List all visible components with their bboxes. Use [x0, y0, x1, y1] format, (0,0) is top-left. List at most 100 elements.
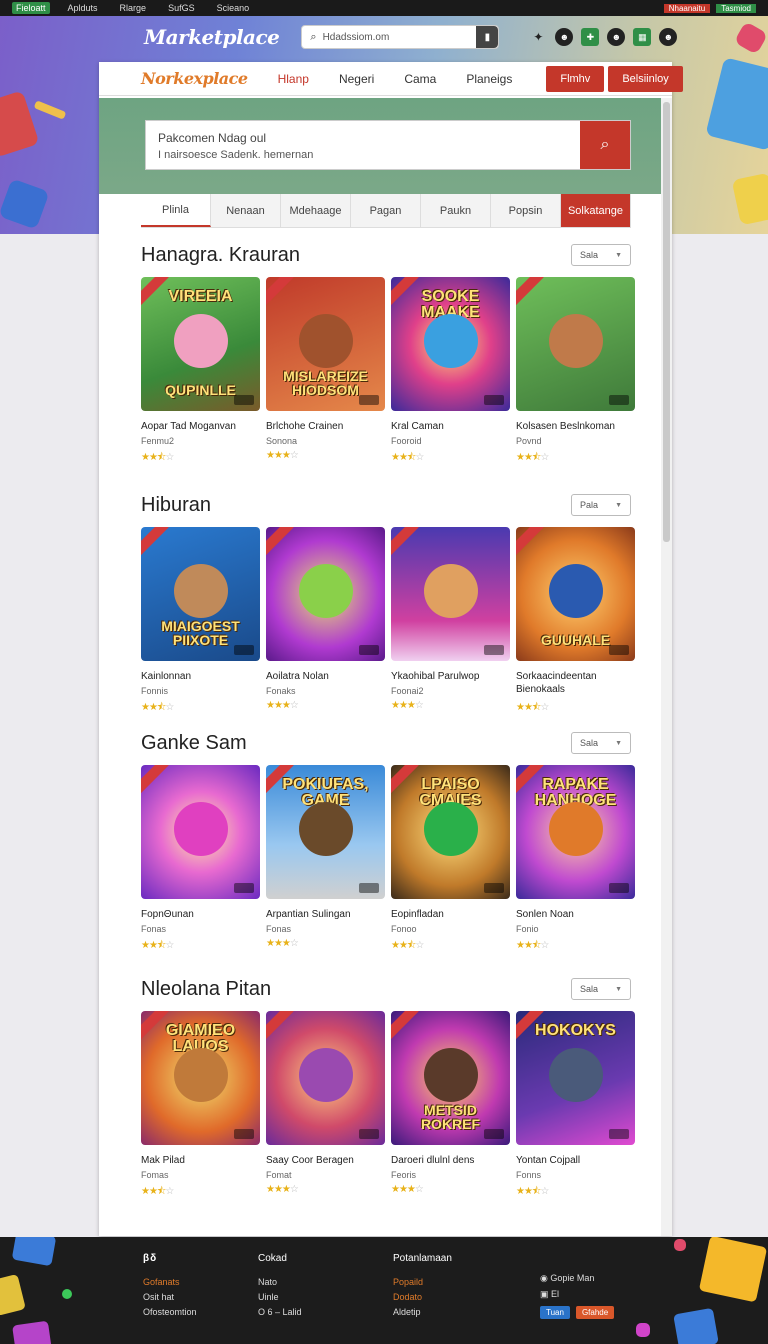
game-card[interactable]: RAPAKE HANHOGE Sonlen Noan Fonio ★★⯪☆ — [516, 765, 635, 955]
top-strip-item[interactable]: Aplduts — [64, 2, 102, 14]
game-thumbnail[interactable]: VIREEIA QUPINLLE — [141, 277, 260, 411]
nav-button-secondary[interactable]: Belsiinloy — [608, 65, 683, 92]
sort-dropdown[interactable]: Pala ▼ — [571, 494, 631, 516]
nav-link[interactable]: Planeigs — [466, 72, 512, 86]
game-thumbnail[interactable]: MIAIGOEST PIIXOTE — [141, 527, 260, 661]
footer-link[interactable]: Osit hat — [143, 1292, 197, 1302]
game-thumbnail[interactable] — [516, 277, 635, 411]
sort-dropdown[interactable]: Sala ▼ — [571, 978, 631, 1000]
game-thumbnail[interactable]: HOKOKYS — [516, 1011, 635, 1145]
game-thumbnail[interactable]: METSID ROKREF — [391, 1011, 510, 1145]
top-strip-item[interactable]: Rlarge — [116, 2, 151, 14]
game-title[interactable]: Mak Pilad — [141, 1154, 260, 1167]
game-card[interactable]: METSID ROKREF Daroeri dlulnl dens Feoris ★★… — [391, 1011, 510, 1201]
tab-highlight[interactable]: Solkatange — [561, 194, 631, 227]
game-title[interactable]: FopnΘunan — [141, 908, 260, 921]
top-strip-item[interactable]: Scieano — [213, 2, 254, 14]
game-title[interactable]: Arpantian Sulingan — [266, 908, 385, 921]
footer-link[interactable]: ◉ Gopie Man — [540, 1273, 614, 1284]
social-button[interactable]: Tuan — [540, 1306, 570, 1319]
tab[interactable]: Nenaan — [211, 194, 281, 227]
search-button[interactable]: ⌕ — [580, 121, 630, 169]
game-thumbnail[interactable] — [266, 527, 385, 661]
game-card[interactable]: FopnΘunan Fonas ★★⯪☆ — [141, 765, 260, 955]
footer-link[interactable]: Ofosteomtion — [143, 1307, 197, 1317]
footer-link[interactable]: Dodato — [393, 1292, 452, 1302]
game-title[interactable]: Saay Coor Beragen — [266, 1154, 385, 1167]
footer-link[interactable]: Gofanats — [143, 1277, 197, 1287]
footer-logo[interactable]: βδ — [143, 1253, 197, 1267]
game-thumbnail[interactable] — [141, 765, 260, 899]
tab[interactable]: Plinla — [141, 194, 211, 227]
game-thumbnail[interactable]: GUUHALE — [516, 527, 635, 661]
game-card[interactable]: Aoilatra Nolan Fonaks ★★★☆ — [266, 527, 385, 717]
top-strip-item[interactable]: SufGS — [164, 2, 199, 14]
game-card[interactable]: Kolsasen Beslnkoman Povnd ★★⯪☆ — [516, 277, 635, 467]
game-card[interactable]: VIREEIA QUPINLLE Aopar Tad Moganvan Fenmu2 ★… — [141, 277, 260, 467]
game-thumbnail[interactable]: GIAMIEO LAUOS — [141, 1011, 260, 1145]
game-thumbnail[interactable]: POKIUFAS, GAME — [266, 765, 385, 899]
top-strip-item[interactable]: Fieloatt — [12, 2, 50, 14]
main-search-field[interactable]: Pakcomen Ndag oul I nairsoesce Sadenk. h… — [145, 120, 631, 170]
app-icon[interactable]: ▦ — [633, 28, 652, 46]
game-title[interactable]: Kral Caman — [391, 420, 510, 433]
game-title[interactable]: Kainlonnan — [141, 670, 260, 683]
pin-icon[interactable]: ✦ — [529, 28, 547, 46]
app-icon[interactable]: ✚ — [581, 28, 600, 46]
scrollbar[interactable] — [661, 98, 672, 1236]
footer-link[interactable]: Popaild — [393, 1277, 452, 1287]
game-title[interactable]: Eopinfladan — [391, 908, 510, 921]
avatar[interactable]: ☻ — [659, 28, 678, 46]
main-search-text[interactable]: Pakcomen Ndag oul I nairsoesce Sadenk. h… — [146, 121, 580, 169]
game-card[interactable]: GIAMIEO LAUOS Mak Pilad Fomas ★★⯪☆ — [141, 1011, 260, 1201]
footer-link[interactable]: Aldetip — [393, 1307, 452, 1317]
game-card[interactable]: GUUHALE Sorkaacindeentan Bienokaals ★★⯪☆ — [516, 527, 635, 717]
tab[interactable]: Pagan — [351, 194, 421, 227]
game-card[interactable]: Saay Coor Beragen Fomat ★★★☆ — [266, 1011, 385, 1201]
game-title[interactable]: Kolsasen Beslnkoman — [516, 420, 635, 433]
nav-link[interactable]: Cama — [404, 72, 436, 86]
game-title[interactable]: Brlchohe Crainen — [266, 420, 385, 433]
game-card[interactable]: POKIUFAS, GAME Arpantian Sulingan Fonas ★★★… — [266, 765, 385, 955]
game-title[interactable]: Ykaohibal Parulwop — [391, 670, 510, 683]
game-card[interactable]: LPAISO CMAIES Eopinfladan Fonoo ★★⯪☆ — [391, 765, 510, 955]
sort-dropdown[interactable]: Sala ▼ — [571, 244, 631, 266]
social-button[interactable]: Gfahde — [575, 1306, 615, 1319]
top-strip-badge[interactable]: Nhaanaitu — [663, 3, 711, 13]
game-thumbnail[interactable] — [391, 527, 510, 661]
game-title[interactable]: Aopar Tad Moganvan — [141, 420, 260, 433]
footer-link[interactable]: O 6 – Lalid — [258, 1307, 302, 1317]
game-card[interactable]: MIAIGOEST PIIXOTE Kainlonnan Fonnis ★★⯪☆ — [141, 527, 260, 717]
top-strip-badge[interactable]: Tasmiod — [716, 3, 756, 13]
site-logo[interactable]: Marketplace — [144, 25, 280, 49]
game-thumbnail[interactable]: RAPAKE HANHOGE — [516, 765, 635, 899]
top-search-input[interactable]: ⌕ Hdadssiom.om ▮ — [301, 25, 500, 49]
avatar[interactable]: ☻ — [555, 28, 574, 46]
game-card[interactable]: Ykaohibal Parulwop Foonai2 ★★★☆ — [391, 527, 510, 717]
nav-link-home[interactable]: Hlanp — [278, 72, 309, 86]
nav-button-primary[interactable]: Flmhv — [546, 65, 605, 92]
game-thumbnail[interactable]: MISLAREIZE HIODSOM — [266, 277, 385, 411]
tab[interactable]: Paukn — [421, 194, 491, 227]
game-title[interactable]: Sorkaacindeentan Bienokaals — [516, 670, 635, 696]
footer-link[interactable]: Uinle — [258, 1292, 302, 1302]
game-card[interactable]: MISLAREIZE HIODSOM Brlchohe Crainen Sonona… — [266, 277, 385, 467]
game-card[interactable]: SOOKE MAAKE Kral Caman Fooroid ★★⯪☆ — [391, 277, 510, 467]
sort-dropdown[interactable]: Sala ▼ — [571, 732, 631, 754]
game-title[interactable]: Yontan Cojpall — [516, 1154, 635, 1167]
microphone-icon[interactable]: ▮ — [476, 26, 499, 48]
tab[interactable]: Popsin — [491, 194, 561, 227]
game-title[interactable]: Daroeri dlulnl dens — [391, 1154, 510, 1167]
avatar[interactable]: ☻ — [607, 28, 626, 46]
tab[interactable]: Mdehaage — [281, 194, 351, 227]
game-title[interactable]: Sonlen Noan — [516, 908, 635, 921]
footer-link[interactable]: ▣ El — [540, 1289, 614, 1300]
footer-link[interactable]: Nato — [258, 1277, 302, 1287]
nav-logo[interactable]: Norkexplace — [141, 69, 248, 88]
game-title[interactable]: Aoilatra Nolan — [266, 670, 385, 683]
scrollbar-thumb[interactable] — [663, 102, 670, 542]
game-thumbnail[interactable]: SOOKE MAAKE — [391, 277, 510, 411]
nav-link[interactable]: Negeri — [339, 72, 374, 86]
game-card[interactable]: HOKOKYS Yontan Cojpall Fonns ★★⯪☆ — [516, 1011, 635, 1201]
game-thumbnail[interactable] — [266, 1011, 385, 1145]
